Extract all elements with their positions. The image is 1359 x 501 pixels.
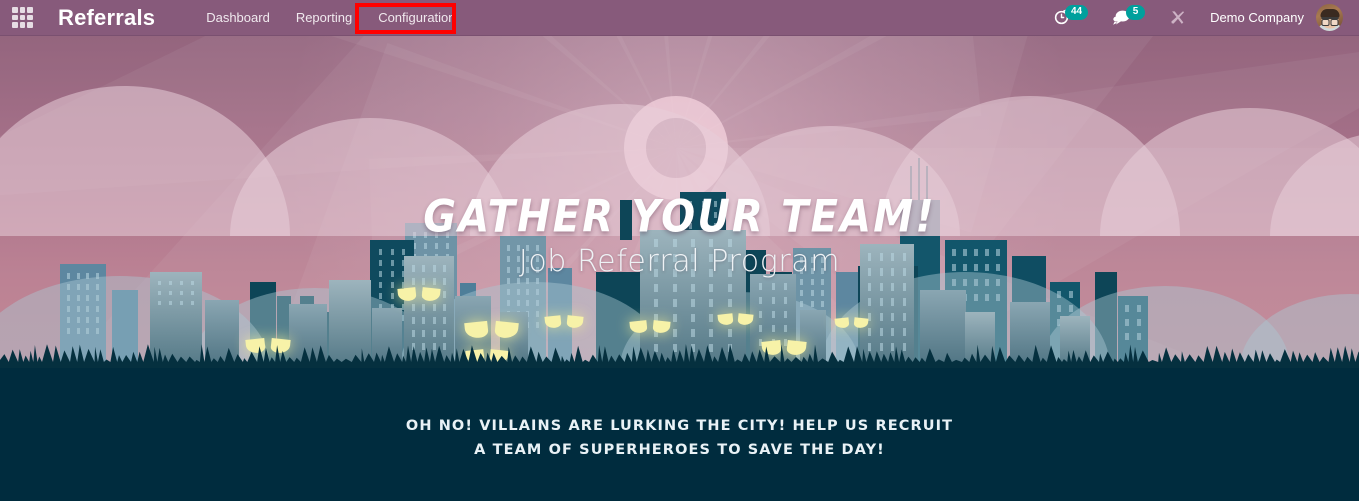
footer-line-2: A TEAM OF SUPERHEROES TO SAVE THE DAY! — [0, 438, 1359, 462]
grass-silhouette — [0, 338, 1359, 368]
app-brand-title[interactable]: Referrals — [58, 5, 155, 31]
hero-title: GATHER YOUR TEAM! — [0, 191, 1359, 243]
villain-eyes — [398, 288, 440, 306]
menu-item-dashboard[interactable]: Dashboard — [193, 0, 283, 36]
menu-item-configuration[interactable]: Configuration — [365, 0, 468, 36]
wrench-screwdriver-icon — [1169, 9, 1186, 26]
footer-message: OH NO! VILLAINS ARE LURKING THE CITY! HE… — [0, 414, 1359, 462]
footer-section: OH NO! VILLAINS ARE LURKING THE CITY! HE… — [0, 368, 1359, 501]
top-navbar: Referrals Dashboard Reporting Configurat… — [0, 0, 1359, 36]
footer-line-1: OH NO! VILLAINS ARE LURKING THE CITY! HE… — [0, 414, 1359, 438]
tools-icon[interactable] — [1163, 0, 1192, 36]
villain-eyes — [718, 312, 754, 330]
apps-grid-glyph — [12, 7, 33, 28]
villain-eyes — [545, 315, 583, 333]
company-switcher[interactable]: Demo Company — [1198, 10, 1316, 25]
messages-icon[interactable]: 5 — [1106, 0, 1151, 36]
main-menu: Dashboard Reporting Configuration — [193, 0, 468, 36]
avatar-glasses — [1321, 17, 1338, 22]
villain-eyes — [630, 320, 670, 338]
avatar-hair — [1320, 9, 1339, 18]
apps-grid-icon[interactable] — [0, 0, 45, 36]
villain-eyes — [835, 315, 869, 333]
messages-count-badge: 5 — [1126, 5, 1145, 20]
menu-item-reporting[interactable]: Reporting — [283, 0, 365, 36]
hero-banner: GATHER YOUR TEAM! Job Referral Program — [0, 36, 1359, 368]
hero-subtitle: Job Referral Program — [0, 244, 1359, 279]
systray: 44 5 Demo Company — [1041, 0, 1359, 36]
activity-clock-icon[interactable]: 44 — [1047, 0, 1094, 36]
user-avatar[interactable] — [1316, 4, 1343, 31]
activity-count-badge: 44 — [1065, 5, 1088, 20]
